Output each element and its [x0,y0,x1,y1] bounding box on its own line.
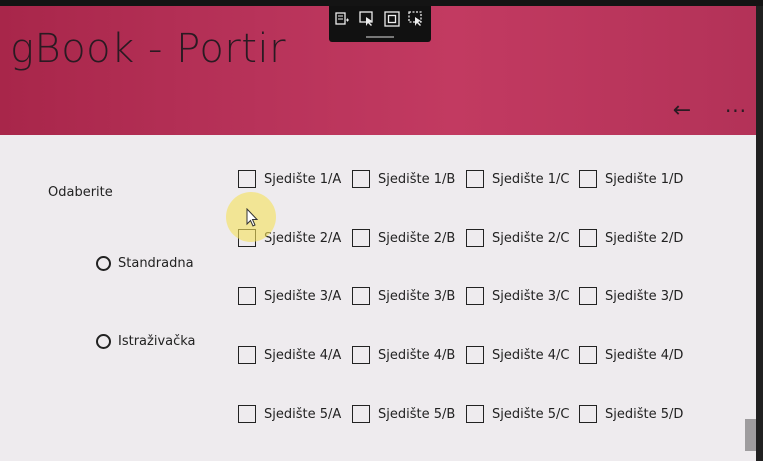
checkbox-box[interactable] [352,170,370,188]
checkbox-box[interactable] [579,170,597,188]
live-visual-tree-icon[interactable] [333,11,351,29]
seat-checkbox-1c[interactable]: Sjedište 1/C [466,170,569,188]
toolbar-collapse-handle[interactable] [366,36,394,38]
main-content: Odaberite Standradna Istraživačka Sjediš… [0,135,756,461]
checkbox-box[interactable] [579,287,597,305]
checkbox-box[interactable] [238,346,256,364]
checkbox-box[interactable] [466,287,484,305]
seat-checkbox-1b[interactable]: Sjedište 1/B [352,170,455,188]
seat-label: Sjedište 4/D [605,347,684,363]
checkbox-box[interactable] [466,229,484,247]
checkbox-box[interactable] [352,287,370,305]
seat-checkbox-1d[interactable]: Sjedište 1/D [579,170,683,188]
checkbox-box[interactable] [579,229,597,247]
radio-circle-icon[interactable] [96,256,111,271]
seat-label: Sjedište 2/A [264,230,342,246]
radio-circle-icon[interactable] [96,334,111,349]
seat-label: Sjedište 3/B [378,288,456,304]
checkbox-box[interactable] [466,405,484,423]
seat-checkbox-2c[interactable]: Sjedište 2/C [466,229,569,247]
seat-checkbox-5c[interactable]: Sjedište 5/C [466,405,569,423]
seat-checkbox-4c[interactable]: Sjedište 4/C [466,346,569,364]
checkbox-box[interactable] [466,170,484,188]
radio-istrazivacka[interactable]: Istraživačka [96,334,196,349]
seat-label: Sjedište 5/D [605,406,684,422]
select-element-icon[interactable] [358,11,376,29]
checkbox-box[interactable] [238,287,256,305]
seat-checkbox-5a[interactable]: Sjedište 5/A [238,405,341,423]
seat-label: Sjedište 4/A [264,347,342,363]
seat-checkbox-5d[interactable]: Sjedište 5/D [579,405,683,423]
vertical-scrollbar-thumb[interactable] [745,419,756,451]
app-title: gBook - Portir [10,26,287,72]
checkbox-box[interactable] [238,170,256,188]
checkbox-box[interactable] [238,405,256,423]
seat-checkbox-3c[interactable]: Sjedište 3/C [466,287,569,305]
seat-label: Sjedište 4/C [492,347,570,363]
seat-label: Sjedište 1/D [605,171,684,187]
seat-checkbox-4a[interactable]: Sjedište 4/A [238,346,341,364]
seat-label: Sjedište 5/B [378,406,456,422]
track-focus-icon[interactable] [407,11,425,29]
checkbox-box[interactable] [352,405,370,423]
checkbox-box[interactable] [579,405,597,423]
radio-standradna[interactable]: Standradna [96,256,194,271]
seat-checkbox-4d[interactable]: Sjedište 4/D [579,346,683,364]
seat-label: Sjedište 2/B [378,230,456,246]
in-app-debug-toolbar [329,6,431,42]
seat-checkbox-2d[interactable]: Sjedište 2/D [579,229,683,247]
seat-label: Sjedište 2/C [492,230,570,246]
seat-label: Sjedište 3/C [492,288,570,304]
seat-checkbox-3d[interactable]: Sjedište 3/D [579,287,683,305]
seat-label: Sjedište 1/A [264,171,342,187]
back-button[interactable]: ← [666,98,698,124]
seat-checkbox-1a[interactable]: Sjedište 1/A [238,170,341,188]
checkbox-box[interactable] [466,346,484,364]
seat-label: Sjedište 5/A [264,406,342,422]
seat-label: Sjedište 5/C [492,406,570,422]
window-right-edge [756,6,763,461]
seat-label: Sjedište 3/D [605,288,684,304]
more-options-button[interactable]: ··· [720,98,752,124]
mouse-pointer-icon [246,207,260,228]
seat-checkbox-5b[interactable]: Sjedište 5/B [352,405,455,423]
checkbox-box[interactable] [579,346,597,364]
seat-label: Sjedište 1/B [378,171,456,187]
display-layout-adorners-icon[interactable] [383,11,401,29]
seat-label: Sjedište 4/B [378,347,456,363]
checkbox-box[interactable] [352,229,370,247]
seat-checkbox-3a[interactable]: Sjedište 3/A [238,287,341,305]
seat-label: Sjedište 2/D [605,230,684,246]
seat-label: Sjedište 1/C [492,171,570,187]
radio-label: Istraživačka [118,334,196,349]
radio-label: Standradna [118,256,194,271]
seat-checkbox-4b[interactable]: Sjedište 4/B [352,346,455,364]
seat-checkbox-3b[interactable]: Sjedište 3/B [352,287,455,305]
seat-checkbox-2b[interactable]: Sjedište 2/B [352,229,455,247]
checkbox-box[interactable] [352,346,370,364]
select-label: Odaberite [48,185,113,200]
seat-label: Sjedište 3/A [264,288,342,304]
